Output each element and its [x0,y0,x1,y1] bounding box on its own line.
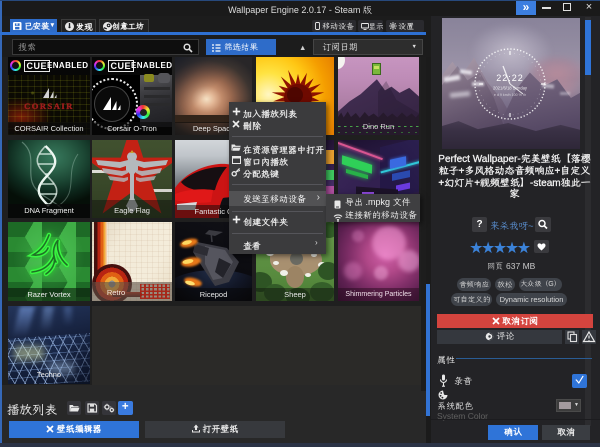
svg-text:e d 9 km/h 100 % rh: e d 9 km/h 100 % rh [494,93,526,97]
svg-text:22:22: 22:22 [496,73,524,83]
svg-text:2021/6/18 Sunday: 2021/6/18 Sunday [493,86,528,91]
